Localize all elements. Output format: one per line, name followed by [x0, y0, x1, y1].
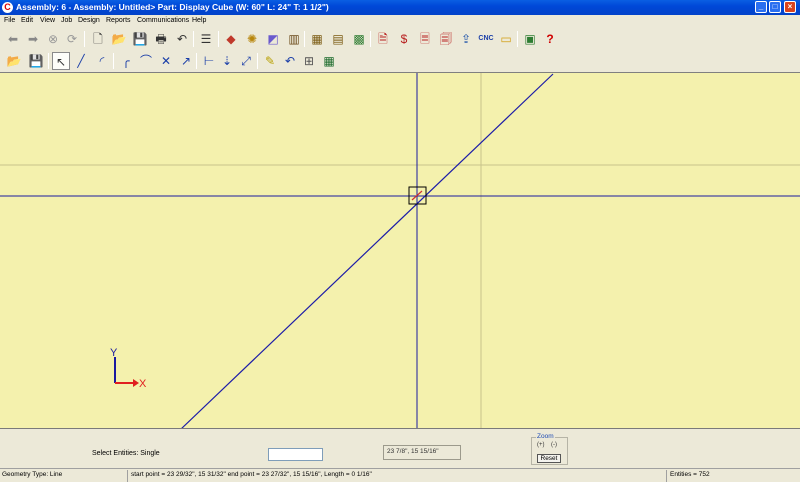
help-icon[interactable]: ? [541, 30, 559, 48]
label-icon[interactable]: 🗏 [416, 30, 434, 48]
select-entities-label: Select Entities: Single [92, 450, 160, 457]
cnc-button[interactable]: CNC [476, 30, 496, 48]
stop-icon[interactable]: ⊗ [44, 30, 62, 48]
pointer-select-icon[interactable]: ↖ [52, 52, 70, 70]
fillet-icon[interactable]: ╭ [117, 52, 135, 70]
menu-communications[interactable]: Communications [137, 17, 189, 24]
offset-icon[interactable]: ⇣ [218, 52, 236, 70]
export-icon[interactable]: ⇪ [457, 30, 475, 48]
move-icon[interactable]: ⤢ [237, 52, 255, 70]
extend-icon[interactable]: ↗ [177, 52, 195, 70]
close-button[interactable]: × [784, 1, 796, 13]
open-folder-icon[interactable]: 📂 [110, 30, 128, 48]
zoom-label: Zoom [536, 433, 555, 440]
optimizer-icon[interactable]: ▭ [497, 30, 515, 48]
material-icon[interactable]: ◆ [222, 30, 240, 48]
save-icon[interactable]: 💾 [131, 30, 149, 48]
command-input[interactable] [268, 448, 323, 461]
nesting-icon[interactable]: ▩ [350, 30, 368, 48]
back-arrow-icon[interactable]: ⬅ [4, 30, 22, 48]
new-document-icon[interactable]: 🗋 [89, 30, 107, 48]
zoom-reset-button[interactable]: Reset [537, 454, 561, 463]
selected-geometry-line [180, 73, 554, 429]
menu-job[interactable]: Job [61, 17, 72, 24]
window-title: Assembly: 6 - Assembly: Untitled> Part: … [16, 2, 329, 12]
menu-view[interactable]: View [40, 17, 55, 24]
report-icon[interactable]: 🗎 [374, 30, 392, 48]
x-axis-label: X [139, 378, 147, 390]
corner-arc-icon[interactable]: ⌒ [137, 52, 155, 70]
erase-icon[interactable]: ✎ [261, 52, 279, 70]
menu-file[interactable]: File [4, 17, 15, 24]
undo-icon[interactable]: ↶ [173, 30, 191, 48]
app-logo-icon: C [2, 2, 13, 13]
status-bar: Geometry Type: Line start point = 23 29/… [0, 468, 800, 482]
grid-icon[interactable]: ⊞ [300, 52, 318, 70]
parts-list-icon[interactable]: ▤ [329, 30, 347, 48]
arc-tool-icon[interactable]: ◜ [93, 52, 111, 70]
title-bar: C Assembly: 6 - Assembly: Untitled> Part… [0, 0, 800, 15]
selection-panel: Select Entities: Single 23 7/8", 15 15/1… [0, 428, 800, 468]
y-axis-label: Y [110, 347, 118, 359]
save-icon[interactable]: 💾 [27, 52, 45, 70]
menu-help[interactable]: Help [192, 17, 206, 24]
geometry-type-status: Geometry Type: Line [2, 471, 63, 478]
open-folder-icon[interactable]: 📂 [5, 52, 23, 70]
menu-reports[interactable]: Reports [106, 17, 131, 24]
cabinet-icon[interactable]: ▥ [285, 30, 303, 48]
settings-sliders-icon[interactable]: ☰ [197, 30, 215, 48]
geometry-details-status: start point = 23 29/32", 15 31/32" end p… [131, 471, 372, 478]
dimension-icon[interactable]: ⊢ [200, 52, 218, 70]
maximize-button[interactable]: □ [769, 1, 781, 13]
zoom-out-button[interactable]: (-) [551, 442, 557, 448]
menu-edit[interactable]: Edit [21, 17, 33, 24]
forward-arrow-icon[interactable]: ➡ [24, 30, 42, 48]
snap-icon[interactable]: ▦ [320, 52, 338, 70]
monitor-icon[interactable]: ▣ [521, 30, 539, 48]
entities-count-status: Entities = 752 [670, 471, 710, 478]
zoom-in-button[interactable]: (+) [537, 442, 545, 448]
zoom-group: Zoom (+) (-) Reset [531, 433, 568, 465]
tools-icon[interactable]: ✺ [243, 30, 261, 48]
drawing-canvas[interactable]: Y X [0, 72, 800, 429]
undo-icon[interactable]: ↶ [281, 52, 299, 70]
drawing-toolbar: 📂 💾 ↖ ╱ ◜ ╭ ⌒ ✕ ↗ ⊢ ⇣ ⤢ ✎ ↶ ⊞ ▦ [0, 50, 800, 72]
drawing-icon[interactable]: ◩ [264, 30, 282, 48]
print-icon[interactable]: 🖶 [152, 30, 170, 48]
coordinate-readout: 23 7/8", 15 15/16" [383, 445, 461, 460]
line-tool-icon[interactable]: ╱ [72, 52, 90, 70]
refresh-icon[interactable]: ⟳ [63, 30, 81, 48]
main-toolbar: ⬅ ➡ ⊗ ⟳ 🗋 📂 💾 🖶 ↶ ☰ ◆ ✺ ◩ ▥ ▦ ▤ ▩ 🗎 $ 🗏 … [0, 28, 800, 50]
minimize-button[interactable]: _ [755, 1, 767, 13]
cut-list-icon[interactable]: 🗐 [437, 30, 455, 48]
cost-report-icon[interactable]: $ [395, 30, 413, 48]
menu-design[interactable]: Design [78, 17, 100, 24]
assembly-icon[interactable]: ▦ [308, 30, 326, 48]
canvas-drawing: Y X [0, 73, 800, 429]
trim-icon[interactable]: ✕ [157, 52, 175, 70]
menu-bar: File Edit View Job Design Reports Commun… [0, 15, 800, 27]
axis-indicator: Y X [110, 347, 147, 390]
